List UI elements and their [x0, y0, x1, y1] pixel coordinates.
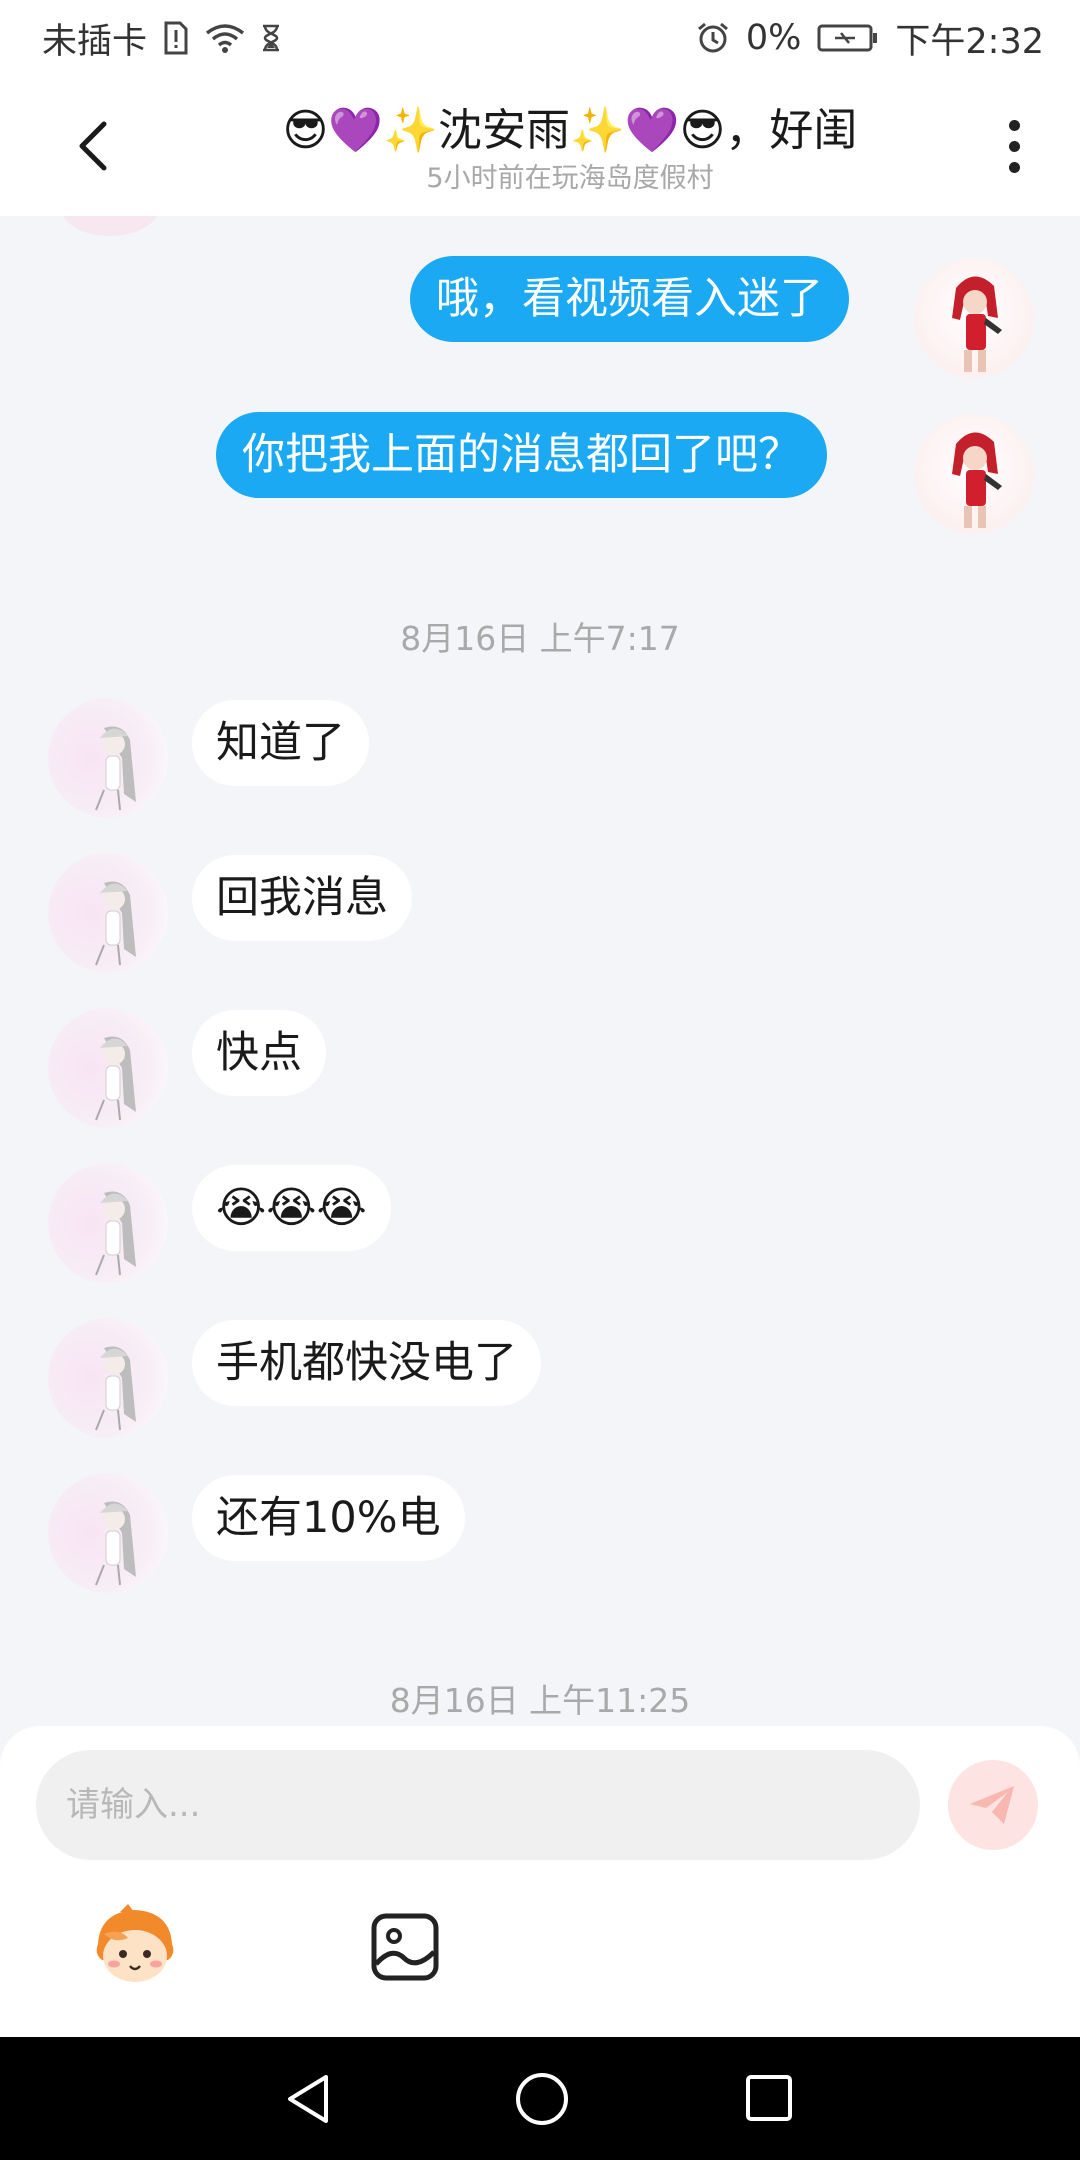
peer-avatar[interactable]	[48, 853, 168, 973]
square-recents-icon	[746, 2075, 792, 2121]
sim-alert-icon	[163, 21, 189, 55]
paper-plane-icon	[970, 1786, 1014, 1824]
chevron-left-icon	[79, 121, 107, 171]
back-button[interactable]	[62, 114, 126, 178]
avatar	[60, 216, 160, 236]
clock: 下午2:32	[895, 21, 1044, 62]
peer-avatar[interactable]	[48, 1473, 168, 1593]
my-avatar[interactable]	[914, 258, 1034, 378]
peer-avatar[interactable]	[48, 1163, 168, 1283]
image-button[interactable]	[370, 1912, 440, 1982]
mascot-emoji-icon	[96, 1904, 174, 1982]
avatar-image	[952, 432, 1002, 528]
battery-charging-icon	[817, 23, 879, 53]
avatar-image	[95, 1036, 136, 1121]
circle-home-icon	[516, 2073, 568, 2125]
incoming-message[interactable]: 😭😭😭	[192, 1165, 391, 1251]
avatar-image	[952, 276, 1002, 372]
avatar-image	[95, 1501, 136, 1586]
image-icon	[371, 1913, 439, 1981]
message-list[interactable]: 哦，看视频看入迷了 你把我上面的消息都回了吧？ 8月16日 上午7:17 知道了…	[0, 216, 1080, 1726]
status-left: 未插卡	[42, 13, 281, 64]
outgoing-message[interactable]: 你把我上面的消息都回了吧？	[216, 412, 827, 498]
message-input[interactable]	[36, 1750, 920, 1860]
peer-avatar[interactable]	[48, 698, 168, 818]
avatar-image	[95, 1191, 136, 1276]
incoming-message[interactable]: 回我消息	[192, 855, 412, 941]
carrier-label: 未插卡	[42, 21, 148, 62]
peer-avatar[interactable]	[48, 1008, 168, 1128]
nav-home-button[interactable]	[514, 2071, 570, 2127]
incoming-message[interactable]: 手机都快没电了	[192, 1320, 541, 1406]
incoming-message[interactable]: 知道了	[192, 700, 369, 786]
hourglass-icon	[261, 24, 281, 52]
alarm-icon	[696, 21, 730, 55]
chat-subtitle: 5小时前在玩海岛度假村	[426, 163, 714, 194]
incoming-message[interactable]: 还有10%电	[192, 1475, 465, 1561]
message-timestamp: 8月16日 上午7:17	[400, 619, 680, 658]
input-panel	[0, 1726, 1080, 2037]
status-bar: 未插卡 0% 下午2:32	[0, 0, 1080, 76]
more-vertical-icon	[1008, 119, 1020, 131]
message-timestamp: 8月16日 上午11:25	[389, 1681, 691, 1720]
send-button[interactable]	[948, 1760, 1038, 1850]
incoming-message[interactable]: 快点	[192, 1010, 326, 1096]
nav-recent-apps-button[interactable]	[744, 2073, 794, 2123]
my-avatar[interactable]	[914, 414, 1034, 534]
battery-percent: 0%	[745, 18, 802, 58]
avatar-image	[95, 726, 136, 811]
peer-avatar[interactable]	[48, 1318, 168, 1438]
avatar-image	[95, 881, 136, 966]
chat-header: 😎💜✨沈安雨✨💜😎，好闺 5小时前在玩海岛度假村	[0, 76, 1080, 216]
wifi-icon	[205, 22, 245, 54]
more-options-button[interactable]	[992, 108, 1036, 184]
mascot-emoji-button[interactable]	[90, 1904, 180, 1988]
avatar-image	[95, 1346, 136, 1431]
status-right: 0% 下午2:32	[696, 13, 1044, 64]
system-navigation-bar	[0, 2037, 1080, 2160]
chat-title: 😎💜✨沈安雨✨💜😎，好闺	[282, 105, 858, 156]
triangle-back-icon	[288, 2075, 328, 2123]
nav-back-button[interactable]	[282, 2071, 338, 2127]
outgoing-message[interactable]: 哦，看视频看入迷了	[410, 256, 849, 342]
